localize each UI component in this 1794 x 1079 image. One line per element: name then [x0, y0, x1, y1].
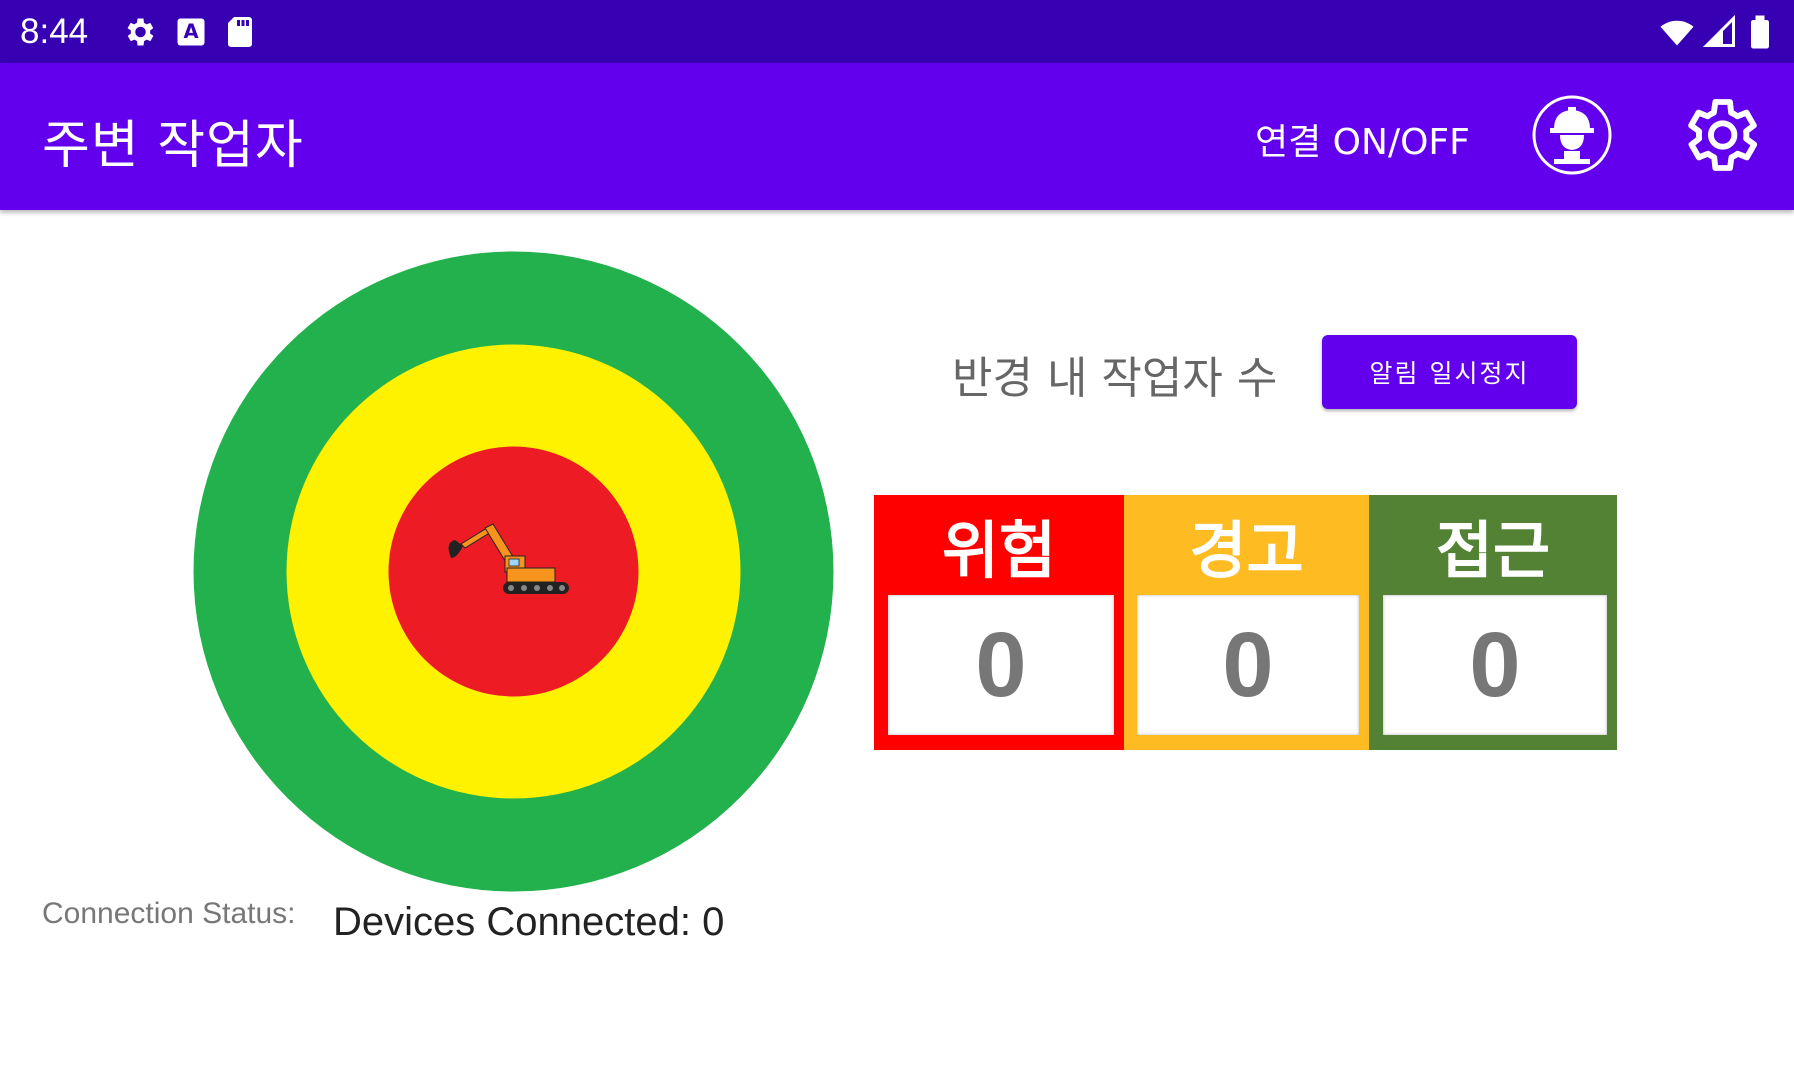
- approach-count: 0: [1383, 595, 1607, 735]
- approach-title: 접근: [1435, 514, 1551, 587]
- pause-alert-button[interactable]: 알림 일시정지: [1322, 335, 1577, 409]
- battery-icon: [1751, 15, 1769, 49]
- settings-gear-icon[interactable]: [1675, 91, 1763, 179]
- radius-zone-map: [193, 251, 834, 892]
- page-title: 주변 작업자: [42, 116, 304, 176]
- danger-card: 위험 0: [874, 495, 1124, 750]
- worker-helmet-icon[interactable]: [1530, 93, 1614, 177]
- app-bar: 주변 작업자 연결 ON/OFF: [0, 63, 1794, 210]
- wifi-icon: [1660, 20, 1694, 46]
- connection-toggle-button[interactable]: 연결 ON/OFF: [1255, 113, 1470, 165]
- danger-title: 위험: [941, 514, 1057, 587]
- devices-connected-text: Devices Connected: 0: [333, 900, 725, 944]
- warning-card: 경고 0: [1124, 495, 1369, 750]
- danger-count: 0: [888, 595, 1114, 735]
- status-bar: 8:44 A: [0, 0, 1794, 63]
- cellular-signal-icon: [1702, 14, 1735, 47]
- sd-card-icon: [228, 17, 252, 47]
- keyboard-a-icon: A: [177, 18, 205, 46]
- settings-gear-icon: [127, 18, 154, 46]
- svg-text:A: A: [183, 20, 198, 43]
- approach-card: 접근 0: [1369, 495, 1617, 750]
- warning-title: 경고: [1189, 514, 1304, 587]
- status-time: 8:44: [20, 12, 89, 51]
- worker-count-label: 반경 내 작업자 수: [952, 353, 1278, 404]
- warning-count: 0: [1137, 595, 1359, 735]
- connection-status-label: Connection Status:: [42, 897, 296, 930]
